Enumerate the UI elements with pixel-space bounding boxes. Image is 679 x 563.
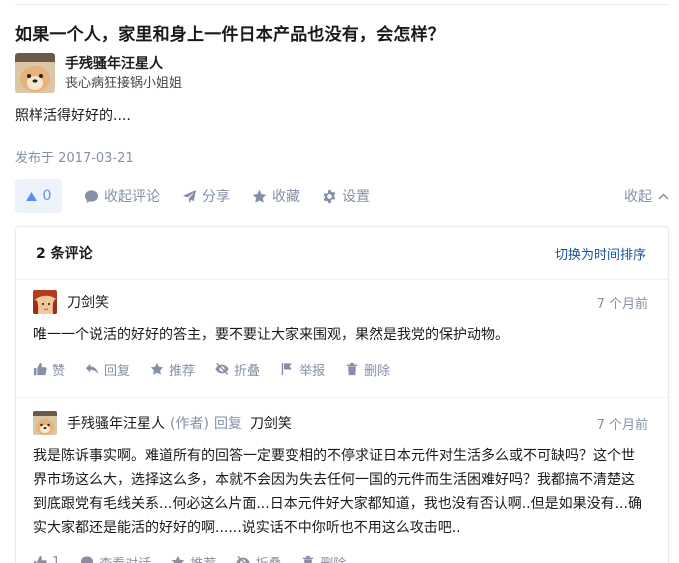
comment-text: 我是陈诉事实啊。难道所有的回答一定要变相的不停求证日本元件对生活多么或不可缺吗？… <box>33 448 642 536</box>
collapse-label: 收起 <box>624 189 652 205</box>
vote-count: 0 <box>42 188 52 204</box>
view-conversation-button[interactable]: 查看对话 <box>80 553 151 563</box>
star-icon <box>171 555 185 563</box>
trash-icon <box>303 555 314 563</box>
fold-button[interactable]: 折叠 <box>215 360 260 379</box>
answer-content: 照样活得好好的.... <box>15 108 131 124</box>
comment-item: 手残骚年汪星人 (作者) 回复 刀剑笑 7 个月前 我是陈诉事实啊。难道所有的回… <box>16 411 668 563</box>
author-role-tag: (作者) <box>170 416 209 432</box>
comment-time: 7 个月前 <box>596 296 648 312</box>
star-icon <box>150 362 164 375</box>
share-button[interactable]: 分享 <box>182 186 230 206</box>
comment-actions: 赞 回复 推荐 折叠 举报 删除 <box>33 359 648 379</box>
delete-label: 删除 <box>364 363 391 379</box>
reply-word: 回复 <box>213 416 242 432</box>
answer-actions: 0 收起评论 分享 收藏 设置 收起 <box>15 178 669 214</box>
chevron-up-icon <box>658 192 669 200</box>
reply-label: 回复 <box>104 363 131 379</box>
settings-button[interactable]: 设置 <box>322 186 370 206</box>
author-name[interactable]: 手残骚年汪星人 <box>65 54 182 74</box>
comment-icon <box>81 556 94 563</box>
commenter-name[interactable]: 手残骚年汪星人 <box>67 413 165 433</box>
reply-button[interactable]: 回复 <box>85 360 130 379</box>
sort-toggle-link[interactable]: 切换为时间排序 <box>555 244 646 263</box>
collapse-answer-button[interactable]: 收起 <box>624 186 669 206</box>
share-label: 分享 <box>202 189 230 205</box>
eye-slash-icon <box>215 362 229 375</box>
author-info: 手残骚年汪星人 丧心病狂接锅小姐姐 <box>15 53 182 93</box>
comment-icon <box>84 189 99 203</box>
reply-target-name[interactable]: 刀剑笑 <box>250 413 292 433</box>
comments-count: 2 条评论 <box>36 246 93 262</box>
thumbs-up-icon <box>33 555 47 563</box>
vote-up-button[interactable]: 0 <box>15 179 62 213</box>
delete-button[interactable]: 删除 <box>301 553 346 563</box>
delete-label: 删除 <box>320 553 346 563</box>
comment-text: 唯一一个说活的好好的答主，要不要让大家来围观，果然是我党的保护动物。 <box>33 327 509 343</box>
commenter-name[interactable]: 刀剑笑 <box>67 292 109 312</box>
like-button[interactable]: 赞 <box>33 360 65 379</box>
fold-label: 折叠 <box>255 553 281 563</box>
top-divider <box>15 4 669 5</box>
view-conversation-label: 查看对话 <box>99 553 151 563</box>
favorite-button[interactable]: 收藏 <box>252 186 300 206</box>
comments-panel: 2 条评论 切换为时间排序 刀剑笑 7 个月前 唯一一个说活的好好的答主，要不要… <box>15 226 669 563</box>
answer-date[interactable]: 发布于 2017-03-21 <box>15 147 134 166</box>
trash-icon <box>346 362 358 376</box>
recommend-label: 推荐 <box>169 363 196 379</box>
like-button[interactable]: 1 <box>33 555 60 563</box>
delete-button[interactable]: 删除 <box>345 360 390 379</box>
flag-icon <box>281 362 292 376</box>
recommend-button[interactable]: 推荐 <box>150 360 195 379</box>
fold-button[interactable]: 折叠 <box>236 553 281 563</box>
comment-item: 刀剑笑 7 个月前 唯一一个说活的好好的答主，要不要让大家来围观，果然是我党的保… <box>16 290 668 398</box>
comment-time: 7 个月前 <box>596 417 648 433</box>
collapse-comments-label: 收起评论 <box>104 189 160 205</box>
thumbs-up-icon <box>33 362 47 376</box>
gear-icon <box>323 189 336 203</box>
author-avatar[interactable] <box>15 53 55 93</box>
paper-plane-icon <box>182 189 197 203</box>
like-label: 赞 <box>52 363 66 379</box>
comments-header: 2 条评论 切换为时间排序 <box>16 227 668 280</box>
question-title[interactable]: 如果一个人，家里和身上一件日本产品也没有，会怎样？ <box>15 20 445 45</box>
fold-label: 折叠 <box>234 363 261 379</box>
settings-label: 设置 <box>342 189 370 205</box>
report-label: 举报 <box>299 363 326 379</box>
collapse-comments-button[interactable]: 收起评论 <box>84 186 160 206</box>
triangle-up-icon <box>25 191 37 201</box>
favorite-label: 收藏 <box>272 189 300 205</box>
reply-arrow-icon <box>85 363 99 375</box>
recommend-label: 推荐 <box>190 553 216 563</box>
commenter-avatar[interactable] <box>33 411 57 435</box>
comment-actions: 1 查看对话 推荐 折叠 删除 <box>33 552 648 563</box>
report-button[interactable]: 举报 <box>280 360 325 379</box>
author-bio: 丧心病狂接锅小姐姐 <box>65 75 183 91</box>
like-count: 1 <box>52 554 61 563</box>
recommend-button[interactable]: 推荐 <box>171 553 216 563</box>
star-icon <box>252 189 267 203</box>
commenter-avatar[interactable] <box>33 290 57 314</box>
eye-slash-icon <box>236 555 250 563</box>
